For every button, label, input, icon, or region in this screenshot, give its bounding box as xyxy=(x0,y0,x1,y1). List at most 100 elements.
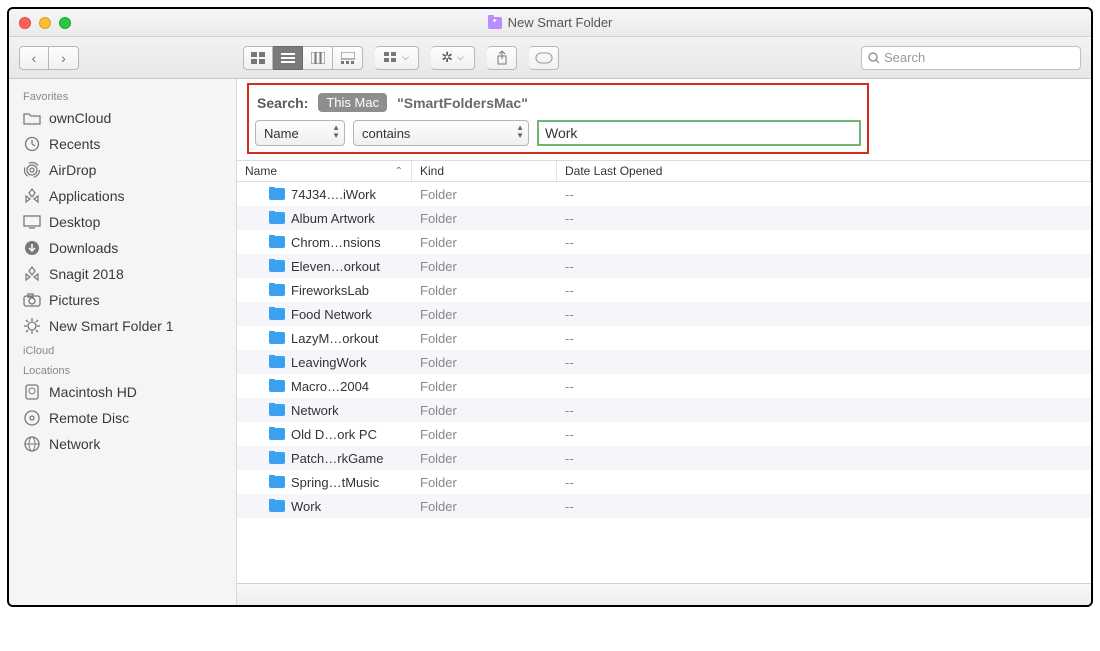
sidebar-item-label: Applications xyxy=(49,188,125,204)
row-kind: Folder xyxy=(412,259,557,274)
share-icon xyxy=(496,51,508,65)
apps-icon xyxy=(23,266,41,282)
row-kind: Folder xyxy=(412,427,557,442)
row-date: -- xyxy=(557,499,1091,514)
row-kind: Folder xyxy=(412,235,557,250)
sidebar-item-label: Network xyxy=(49,436,100,452)
row-date: -- xyxy=(557,355,1091,370)
sidebar-item[interactable]: AirDrop xyxy=(9,157,236,183)
column-header-name[interactable]: Name ⌃ xyxy=(237,161,412,181)
content-area: Search: This Mac "SmartFoldersMac" Name … xyxy=(237,79,1091,605)
table-row[interactable]: Old D…ork PC Folder-- xyxy=(237,422,1091,446)
sidebar-item[interactable]: Applications xyxy=(9,183,236,209)
row-kind: Folder xyxy=(412,331,557,346)
row-name: Old D…ork PC xyxy=(291,427,377,442)
row-name: Chrom…nsions xyxy=(291,235,381,250)
search-criteria-bar: Search: This Mac "SmartFoldersMac" Name … xyxy=(247,83,869,154)
sidebar-item-label: Remote Disc xyxy=(49,410,129,426)
folder-icon xyxy=(269,212,285,224)
table-row[interactable]: Spring…tMusicFolder-- xyxy=(237,470,1091,494)
table-row[interactable]: Macro…2004Folder-- xyxy=(237,374,1091,398)
view-icon-button[interactable] xyxy=(243,46,273,70)
sidebar-item[interactable]: Pictures xyxy=(9,287,236,313)
view-column-button[interactable] xyxy=(303,46,333,70)
row-name: Spring…tMusic xyxy=(291,475,379,490)
row-date: -- xyxy=(557,451,1091,466)
table-row[interactable]: Eleven…orkoutFolder-- xyxy=(237,254,1091,278)
search-scope-folder[interactable]: "SmartFoldersMac" xyxy=(397,95,528,111)
row-kind: Folder xyxy=(412,307,557,322)
row-date: -- xyxy=(557,283,1091,298)
sidebar-item[interactable]: Remote Disc xyxy=(9,405,236,431)
folder-icon xyxy=(23,110,41,126)
criterion-attribute-select[interactable]: Name ▲▼ xyxy=(255,120,345,146)
folder-icon xyxy=(269,452,285,464)
row-date: -- xyxy=(557,475,1091,490)
tags-button[interactable] xyxy=(529,46,559,70)
criterion-operator-select[interactable]: contains ▲▼ xyxy=(353,120,529,146)
table-row[interactable]: FireworksLabFolder-- xyxy=(237,278,1091,302)
table-row[interactable]: Work Folder-- xyxy=(237,494,1091,518)
view-gallery-button[interactable] xyxy=(333,46,363,70)
sidebar-item-label: Desktop xyxy=(49,214,100,230)
row-name: Work xyxy=(291,499,321,514)
criterion-attribute-value: Name xyxy=(264,126,299,141)
share-button[interactable] xyxy=(487,46,517,70)
row-kind: Folder xyxy=(412,211,557,226)
action-button[interactable]: ✲ ⌵ xyxy=(431,46,475,70)
hdd-icon xyxy=(23,384,41,400)
row-date: -- xyxy=(557,379,1091,394)
toolbar-search-field[interactable]: Search xyxy=(861,46,1081,70)
sidebar-item[interactable]: Network xyxy=(9,431,236,457)
table-row[interactable]: LeavingWork Folder-- xyxy=(237,350,1091,374)
table-row[interactable]: LazyM…orkoutFolder-- xyxy=(237,326,1091,350)
row-kind: Folder xyxy=(412,355,557,370)
titlebar: ✦ New Smart Folder xyxy=(9,9,1091,37)
sidebar-item[interactable]: Macintosh HD xyxy=(9,379,236,405)
search-icon xyxy=(868,52,880,64)
row-kind: Folder xyxy=(412,499,557,514)
sidebar-item[interactable]: Desktop xyxy=(9,209,236,235)
sidebar-item[interactable]: Downloads xyxy=(9,235,236,261)
column-header-date[interactable]: Date Last Opened xyxy=(557,161,1091,181)
row-name: Eleven…orkout xyxy=(291,259,380,274)
arrange-button[interactable]: ⌵ xyxy=(375,46,419,70)
sidebar-item[interactable]: Snagit 2018 xyxy=(9,261,236,287)
table-row[interactable]: 74J34….iWorkFolder-- xyxy=(237,182,1091,206)
forward-button[interactable]: › xyxy=(49,46,79,70)
criterion-value-input[interactable]: Work xyxy=(537,120,861,146)
folder-icon xyxy=(269,404,285,416)
camera-icon xyxy=(23,292,41,308)
row-date: -- xyxy=(557,403,1091,418)
toolbar: ‹ › ⌵ ✲ ⌵ xyxy=(9,37,1091,79)
table-row[interactable]: Patch…rkGameFolder-- xyxy=(237,446,1091,470)
search-scope-this-mac[interactable]: This Mac xyxy=(318,93,387,112)
row-name: Network xyxy=(291,403,339,418)
sidebar-item[interactable]: ownCloud xyxy=(9,105,236,131)
apps-icon xyxy=(23,188,41,204)
table-row[interactable]: Chrom…nsionsFolder-- xyxy=(237,230,1091,254)
table-row[interactable]: NetworkFolder-- xyxy=(237,398,1091,422)
column-header-kind[interactable]: Kind xyxy=(412,161,557,181)
row-date: -- xyxy=(557,427,1091,442)
smart-folder-icon: ✦ xyxy=(488,17,502,29)
row-kind: Folder xyxy=(412,379,557,394)
table-row[interactable]: Food NetworkFolder-- xyxy=(237,302,1091,326)
row-name: Album Artwork xyxy=(291,211,375,226)
gear-icon: ✲ xyxy=(441,49,453,66)
sidebar-item[interactable]: Recents xyxy=(9,131,236,157)
row-name: Patch…rkGame xyxy=(291,451,383,466)
row-name: Food Network xyxy=(291,307,372,322)
view-list-button[interactable] xyxy=(273,46,303,70)
folder-icon xyxy=(269,308,285,320)
row-name: LeavingWork xyxy=(291,355,367,370)
sort-ascending-icon: ⌃ xyxy=(395,166,403,177)
folder-icon xyxy=(269,260,285,272)
folder-icon xyxy=(269,476,285,488)
back-button[interactable]: ‹ xyxy=(19,46,49,70)
sidebar-section-header: Favorites xyxy=(9,85,236,105)
table-row[interactable]: Album ArtworkFolder-- xyxy=(237,206,1091,230)
sidebar-item[interactable]: New Smart Folder 1 xyxy=(9,313,236,339)
folder-icon xyxy=(269,332,285,344)
view-switcher xyxy=(243,46,363,70)
